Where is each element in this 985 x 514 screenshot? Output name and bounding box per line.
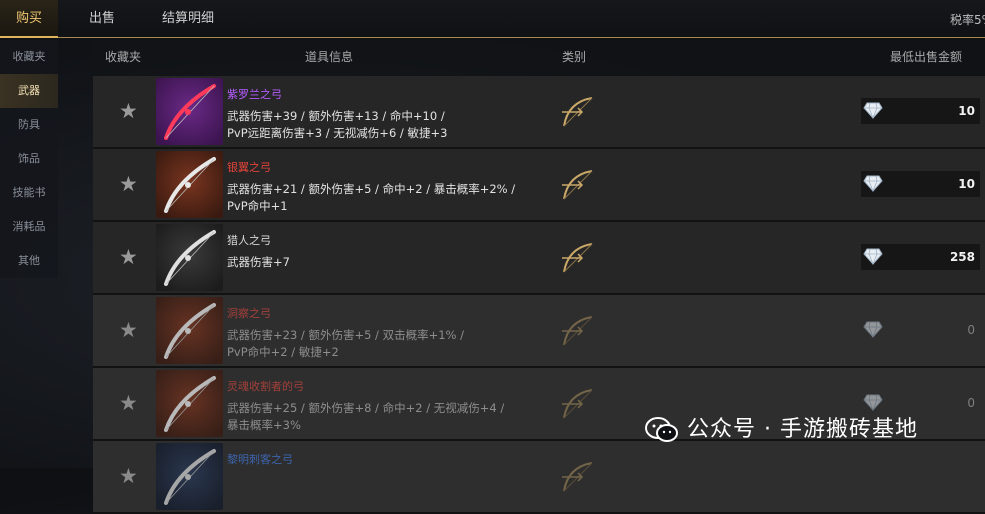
item-name[interactable]: 灵魂收割者的弓 (227, 378, 304, 394)
diamond-icon (863, 394, 883, 412)
bow-category-icon (558, 92, 598, 132)
item-stats: 武器伤害+23 / 额外伤害+5 / 双击概率+1% / PvP命中+2 / 敏… (227, 327, 527, 361)
favorite-star-icon[interactable]: ★ (119, 246, 138, 268)
item-stats: 武器伤害+21 / 额外伤害+5 / 命中+2 / 暴击概率+2% / PvP命… (227, 181, 527, 215)
category-sidebar: 收藏夹 武器 防具 饰品 技能书 消耗品 其他 (0, 40, 58, 278)
min-price: 10 (861, 171, 980, 197)
item-thumbnail (156, 151, 223, 218)
sidebar-item-accessories[interactable]: 饰品 (0, 142, 58, 176)
diamond-icon (863, 102, 883, 120)
price-value: 258 (949, 250, 975, 264)
item-stats-line: PvP远距离伤害+3 / 无视减伤+6 / 敏捷+3 (227, 126, 448, 140)
table-row[interactable]: ★ 紫罗兰之弓 武器伤害+39 / 额外伤害+13 / 命中+10 / PvP远… (93, 76, 985, 149)
diamond-icon (863, 248, 883, 266)
diamond-icon (863, 175, 883, 193)
item-thumbnail (156, 224, 223, 291)
table-header: 收藏夹 道具信息 类别 最低出售金额 (93, 40, 985, 75)
bow-category-icon (558, 311, 598, 351)
table-row[interactable]: ★ 猎人之弓 武器伤害+7 258 (93, 222, 985, 295)
price-value: 10 (958, 104, 975, 118)
min-price: 0 (861, 317, 980, 343)
item-name[interactable]: 洞察之弓 (227, 305, 271, 321)
item-stats-line: 暴击概率+3% (227, 418, 301, 432)
item-thumbnail (156, 297, 223, 364)
header-favorite: 收藏夹 (105, 50, 142, 64)
wechat-icon (645, 416, 679, 444)
min-price: 10 (861, 98, 980, 124)
tab-settlement[interactable]: 结算明细 (162, 0, 214, 37)
item-stats: 武器伤害+25 / 额外伤害+8 / 命中+2 / 无视减伤+4 / 暴击概率+… (227, 400, 527, 434)
item-name[interactable]: 黎明刺客之弓 (227, 451, 293, 467)
sidebar-item-other[interactable]: 其他 (0, 244, 58, 278)
header-category: 类别 (562, 50, 587, 64)
min-price: 258 (861, 244, 980, 270)
diamond-icon (863, 321, 883, 339)
favorite-star-icon[interactable]: ★ (119, 173, 138, 195)
table-row[interactable]: ★ 黎明刺客之弓 (93, 441, 985, 514)
bow-category-icon (558, 457, 598, 497)
watermark-text: 公众号 · 手游搬砖基地 (687, 417, 918, 442)
item-stats: 武器伤害+7 (227, 254, 527, 271)
tab-sell[interactable]: 出售 (89, 0, 115, 37)
header-min-price: 最低出售金额 (890, 50, 963, 64)
sidebar-item-favorites[interactable]: 收藏夹 (0, 40, 58, 74)
table-row[interactable]: ★ 洞察之弓 武器伤害+23 / 额外伤害+5 / 双击概率+1% / PvP命… (93, 295, 985, 368)
favorite-star-icon[interactable]: ★ (119, 100, 138, 122)
table-row[interactable]: ★ 银翼之弓 武器伤害+21 / 额外伤害+5 / 命中+2 / 暴击概率+2%… (93, 149, 985, 222)
sidebar-item-weapons[interactable]: 武器 (0, 74, 58, 108)
favorite-star-icon[interactable]: ★ (119, 319, 138, 341)
item-name[interactable]: 银翼之弓 (227, 159, 271, 175)
bow-category-icon (558, 384, 598, 424)
item-stats: 武器伤害+39 / 额外伤害+13 / 命中+10 / PvP远距离伤害+3 /… (227, 108, 527, 142)
sidebar-item-consumables[interactable]: 消耗品 (0, 210, 58, 244)
item-stats-line: 武器伤害+39 / 额外伤害+13 / 命中+10 / (227, 109, 445, 123)
bow-category-icon (558, 238, 598, 278)
item-stats-line: PvP命中+2 / 敏捷+2 (227, 345, 339, 359)
watermark: 公众号 · 手游搬砖基地 (645, 412, 918, 448)
top-tab-bar: 购买 出售 结算明细 税率5% (0, 0, 985, 38)
sidebar-item-skill-books[interactable]: 技能书 (0, 176, 58, 210)
item-thumbnail (156, 78, 223, 145)
sidebar-item-armor[interactable]: 防具 (0, 108, 58, 142)
item-stats-line: 武器伤害+23 / 额外伤害+5 / 双击概率+1% / (227, 328, 465, 342)
bow-category-icon (558, 165, 598, 205)
item-name[interactable]: 紫罗兰之弓 (227, 86, 282, 102)
market-table: 收藏夹 道具信息 类别 最低出售金额 ★ 紫罗兰之弓 武器伤害+39 / 额外伤… (93, 40, 985, 514)
price-value: 0 (967, 323, 975, 337)
favorite-star-icon[interactable]: ★ (119, 465, 138, 487)
price-value: 0 (967, 396, 975, 410)
item-thumbnail (156, 370, 223, 437)
item-name[interactable]: 猎人之弓 (227, 232, 271, 248)
item-stats-line: PvP命中+1 (227, 199, 288, 213)
item-stats-line: 武器伤害+25 / 额外伤害+8 / 命中+2 / 无视减伤+4 / (227, 401, 505, 415)
price-value: 10 (958, 177, 975, 191)
item-stats-line: 武器伤害+7 (227, 255, 290, 269)
tax-rate-label: 税率5% (950, 13, 985, 27)
item-thumbnail (156, 443, 223, 510)
tab-buy[interactable]: 购买 (0, 0, 58, 38)
item-stats-line: 武器伤害+21 / 额外伤害+5 / 命中+2 / 暴击概率+2% / (227, 182, 516, 196)
favorite-star-icon[interactable]: ★ (119, 392, 138, 414)
header-item-info: 道具信息 (305, 50, 354, 64)
